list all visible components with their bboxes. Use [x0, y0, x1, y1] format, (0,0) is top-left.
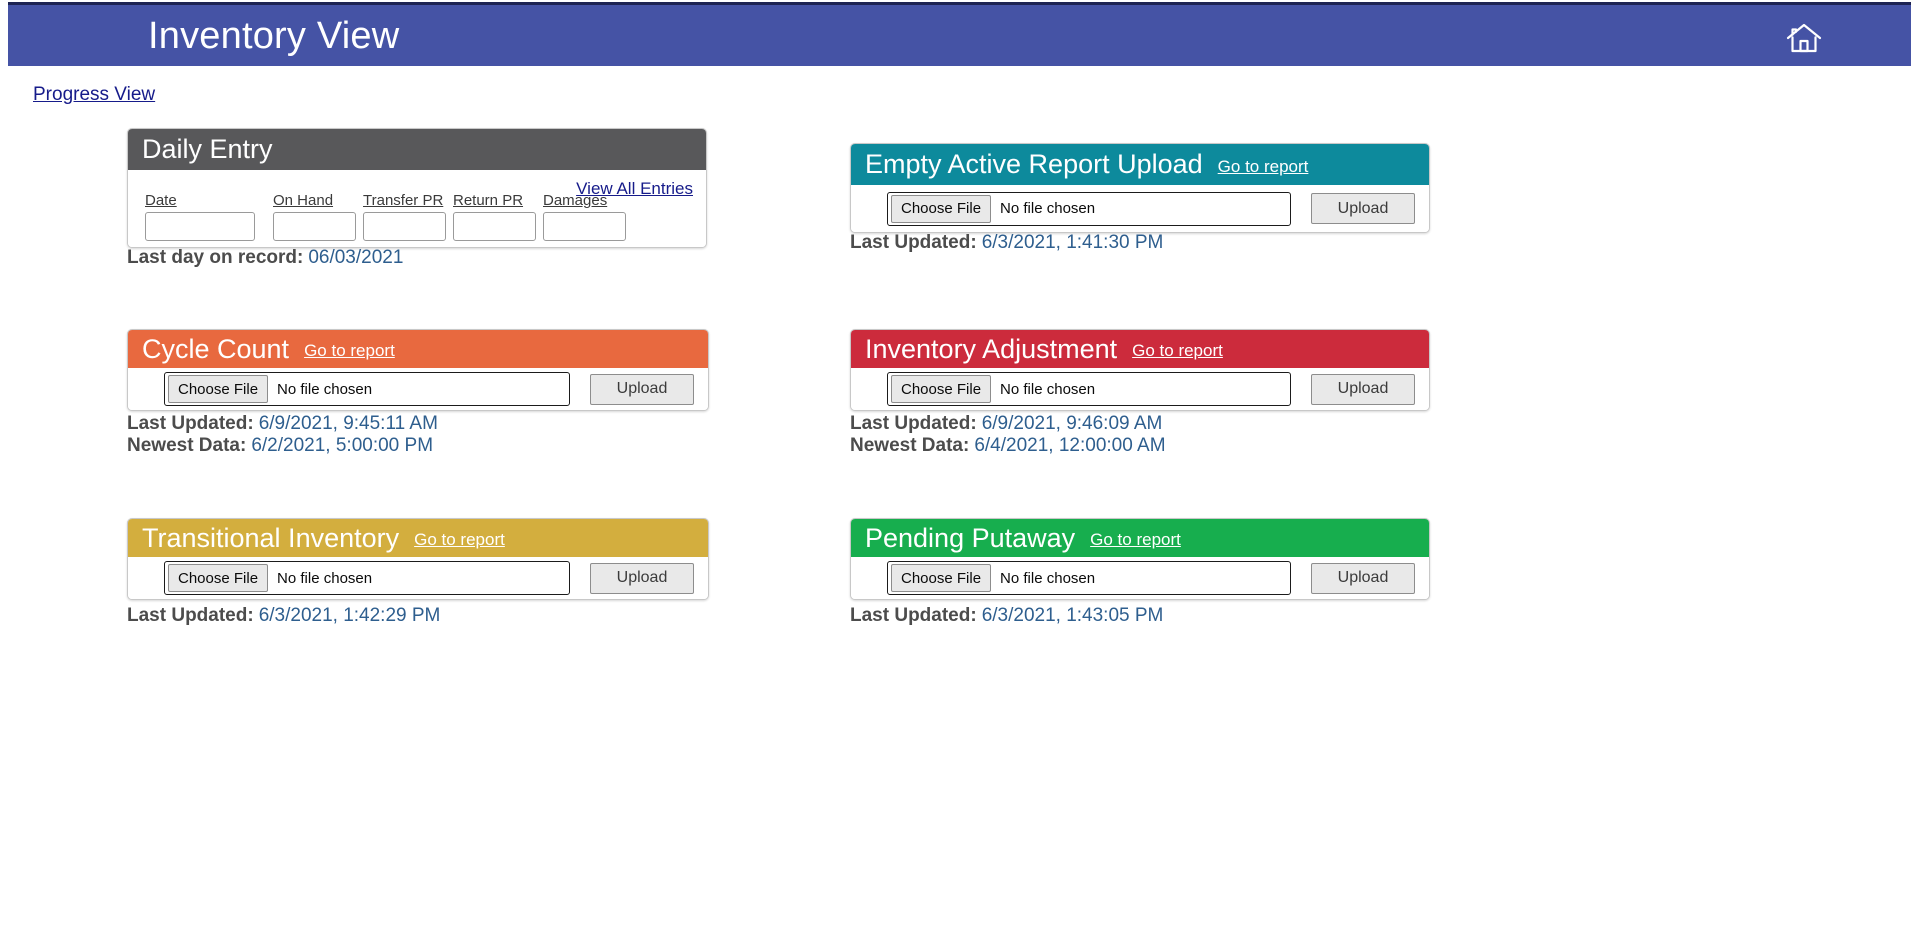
transitional-inventory-upload-button[interactable]: Upload — [590, 563, 694, 594]
empty-active-report-file-input[interactable]: Choose File No file chosen — [887, 192, 1291, 226]
transitional-inventory-last-updated: Last Updated:6/3/2021, 1:42:29 PM — [127, 606, 440, 625]
date-label: Date — [145, 192, 255, 209]
newest-data-value: 6/2/2021, 5:00:00 PM — [251, 435, 433, 456]
transitional-inventory-file-input[interactable]: Choose File No file chosen — [164, 561, 570, 595]
last-updated-label: Last Updated: — [850, 413, 977, 434]
newest-data-label: Newest Data: — [850, 435, 969, 456]
cycle-count-header: Cycle Count Go to report — [128, 330, 708, 368]
last-updated-value: 6/3/2021, 1:42:29 PM — [259, 605, 441, 626]
pending-putaway-body: Choose File No file chosen Upload — [851, 557, 1429, 599]
daily-entry-field-damages: Damages — [543, 192, 626, 241]
last-updated-label: Last Updated: — [850, 605, 977, 626]
file-name-text: No file chosen — [277, 381, 372, 398]
choose-file-button[interactable]: Choose File — [891, 375, 991, 403]
empty-active-report-upload-button[interactable]: Upload — [1311, 193, 1415, 224]
empty-active-report-goto-report-link[interactable]: Go to report — [1218, 157, 1309, 177]
choose-file-button[interactable]: Choose File — [891, 564, 991, 592]
return-pr-input[interactable] — [453, 212, 536, 241]
daily-entry-header: Daily Entry — [128, 129, 706, 170]
last-updated-label: Last Updated: — [127, 605, 254, 626]
newest-data-label: Newest Data: — [127, 435, 246, 456]
cycle-count-title: Cycle Count — [142, 336, 289, 363]
page-title: Inventory View — [148, 17, 399, 55]
daily-entry-last-day: Last day on record:06/03/2021 — [127, 248, 403, 267]
inventory-adjustment-card: Inventory Adjustment Go to report Choose… — [850, 329, 1430, 411]
cycle-count-goto-report-link[interactable]: Go to report — [304, 341, 395, 361]
choose-file-button[interactable]: Choose File — [168, 564, 268, 592]
empty-active-report-body: Choose File No file chosen Upload — [851, 185, 1429, 232]
inventory-adjustment-goto-report-link[interactable]: Go to report — [1132, 341, 1223, 361]
progress-view-link[interactable]: Progress View — [33, 84, 155, 106]
inventory-adjustment-newest-data: Newest Data:6/4/2021, 12:00:00 AM — [850, 436, 1166, 455]
return-pr-label: Return PR — [453, 192, 536, 209]
cycle-count-file-input[interactable]: Choose File No file chosen — [164, 372, 570, 406]
last-updated-label: Last Updated: — [127, 413, 254, 434]
empty-active-report-upload-card: Empty Active Report Upload Go to report … — [850, 143, 1430, 233]
pending-putaway-goto-report-link[interactable]: Go to report — [1090, 530, 1181, 550]
cycle-count-card: Cycle Count Go to report Choose File No … — [127, 329, 709, 411]
last-updated-value: 6/3/2021, 1:43:05 PM — [982, 605, 1164, 626]
transitional-inventory-body: Choose File No file chosen Upload — [128, 557, 708, 599]
empty-active-report-title: Empty Active Report Upload — [865, 151, 1203, 178]
daily-entry-body: View All Entries Date On Hand Transfer P… — [128, 170, 706, 248]
pending-putaway-card: Pending Putaway Go to report Choose File… — [850, 518, 1430, 600]
inventory-adjustment-header: Inventory Adjustment Go to report — [851, 330, 1429, 368]
inventory-adjustment-last-updated: Last Updated:6/9/2021, 9:46:09 AM — [850, 414, 1162, 433]
last-updated-value: 6/3/2021, 1:41:30 PM — [982, 232, 1164, 253]
date-input[interactable] — [145, 212, 255, 241]
inventory-adjustment-upload-button[interactable]: Upload — [1311, 374, 1415, 405]
damages-input[interactable] — [543, 212, 626, 241]
on-hand-label: On Hand — [273, 192, 356, 209]
file-name-text: No file chosen — [277, 570, 372, 587]
transfer-pr-label: Transfer PR — [363, 192, 446, 209]
newest-data-value: 6/4/2021, 12:00:00 AM — [974, 435, 1165, 456]
cycle-count-body: Choose File No file chosen Upload — [128, 368, 708, 410]
pending-putaway-header: Pending Putaway Go to report — [851, 519, 1429, 557]
last-updated-value: 6/9/2021, 9:46:09 AM — [982, 413, 1163, 434]
pending-putaway-last-updated: Last Updated:6/3/2021, 1:43:05 PM — [850, 606, 1163, 625]
daily-entry-title: Daily Entry — [142, 136, 273, 163]
file-name-text: No file chosen — [1000, 381, 1095, 398]
damages-label: Damages — [543, 192, 626, 209]
daily-entry-field-date: Date — [145, 192, 255, 241]
daily-entry-field-on-hand: On Hand — [273, 192, 356, 241]
daily-entry-field-transfer-pr: Transfer PR — [363, 192, 446, 241]
last-updated-label: Last Updated: — [850, 232, 977, 253]
pending-putaway-file-input[interactable]: Choose File No file chosen — [887, 561, 1291, 595]
choose-file-button[interactable]: Choose File — [168, 375, 268, 403]
last-day-value: 06/03/2021 — [308, 247, 403, 268]
pending-putaway-title: Pending Putaway — [865, 525, 1075, 552]
cycle-count-upload-button[interactable]: Upload — [590, 374, 694, 405]
inventory-adjustment-file-input[interactable]: Choose File No file chosen — [887, 372, 1291, 406]
choose-file-button[interactable]: Choose File — [891, 195, 991, 223]
file-name-text: No file chosen — [1000, 570, 1095, 587]
inventory-adjustment-title: Inventory Adjustment — [865, 336, 1117, 363]
daily-entry-card: Daily Entry View All Entries Date On Han… — [127, 128, 707, 248]
empty-active-report-header: Empty Active Report Upload Go to report — [851, 144, 1429, 185]
transfer-pr-input[interactable] — [363, 212, 446, 241]
inventory-adjustment-body: Choose File No file chosen Upload — [851, 368, 1429, 410]
transitional-inventory-goto-report-link[interactable]: Go to report — [414, 530, 505, 550]
cycle-count-last-updated: Last Updated:6/9/2021, 9:45:11 AM — [127, 414, 438, 433]
pending-putaway-upload-button[interactable]: Upload — [1311, 563, 1415, 594]
transitional-inventory-card: Transitional Inventory Go to report Choo… — [127, 518, 709, 600]
transitional-inventory-title: Transitional Inventory — [142, 525, 399, 552]
empty-active-report-last-updated: Last Updated:6/3/2021, 1:41:30 PM — [850, 233, 1163, 252]
daily-entry-field-return-pr: Return PR — [453, 192, 536, 241]
last-updated-value: 6/9/2021, 9:45:11 AM — [259, 413, 438, 434]
file-name-text: No file chosen — [1000, 200, 1095, 217]
on-hand-input[interactable] — [273, 212, 356, 241]
transitional-inventory-header: Transitional Inventory Go to report — [128, 519, 708, 557]
home-icon[interactable] — [1783, 17, 1825, 59]
last-day-label: Last day on record: — [127, 247, 303, 268]
cycle-count-newest-data: Newest Data:6/2/2021, 5:00:00 PM — [127, 436, 433, 455]
top-navigation-bar: Inventory View — [8, 2, 1911, 66]
